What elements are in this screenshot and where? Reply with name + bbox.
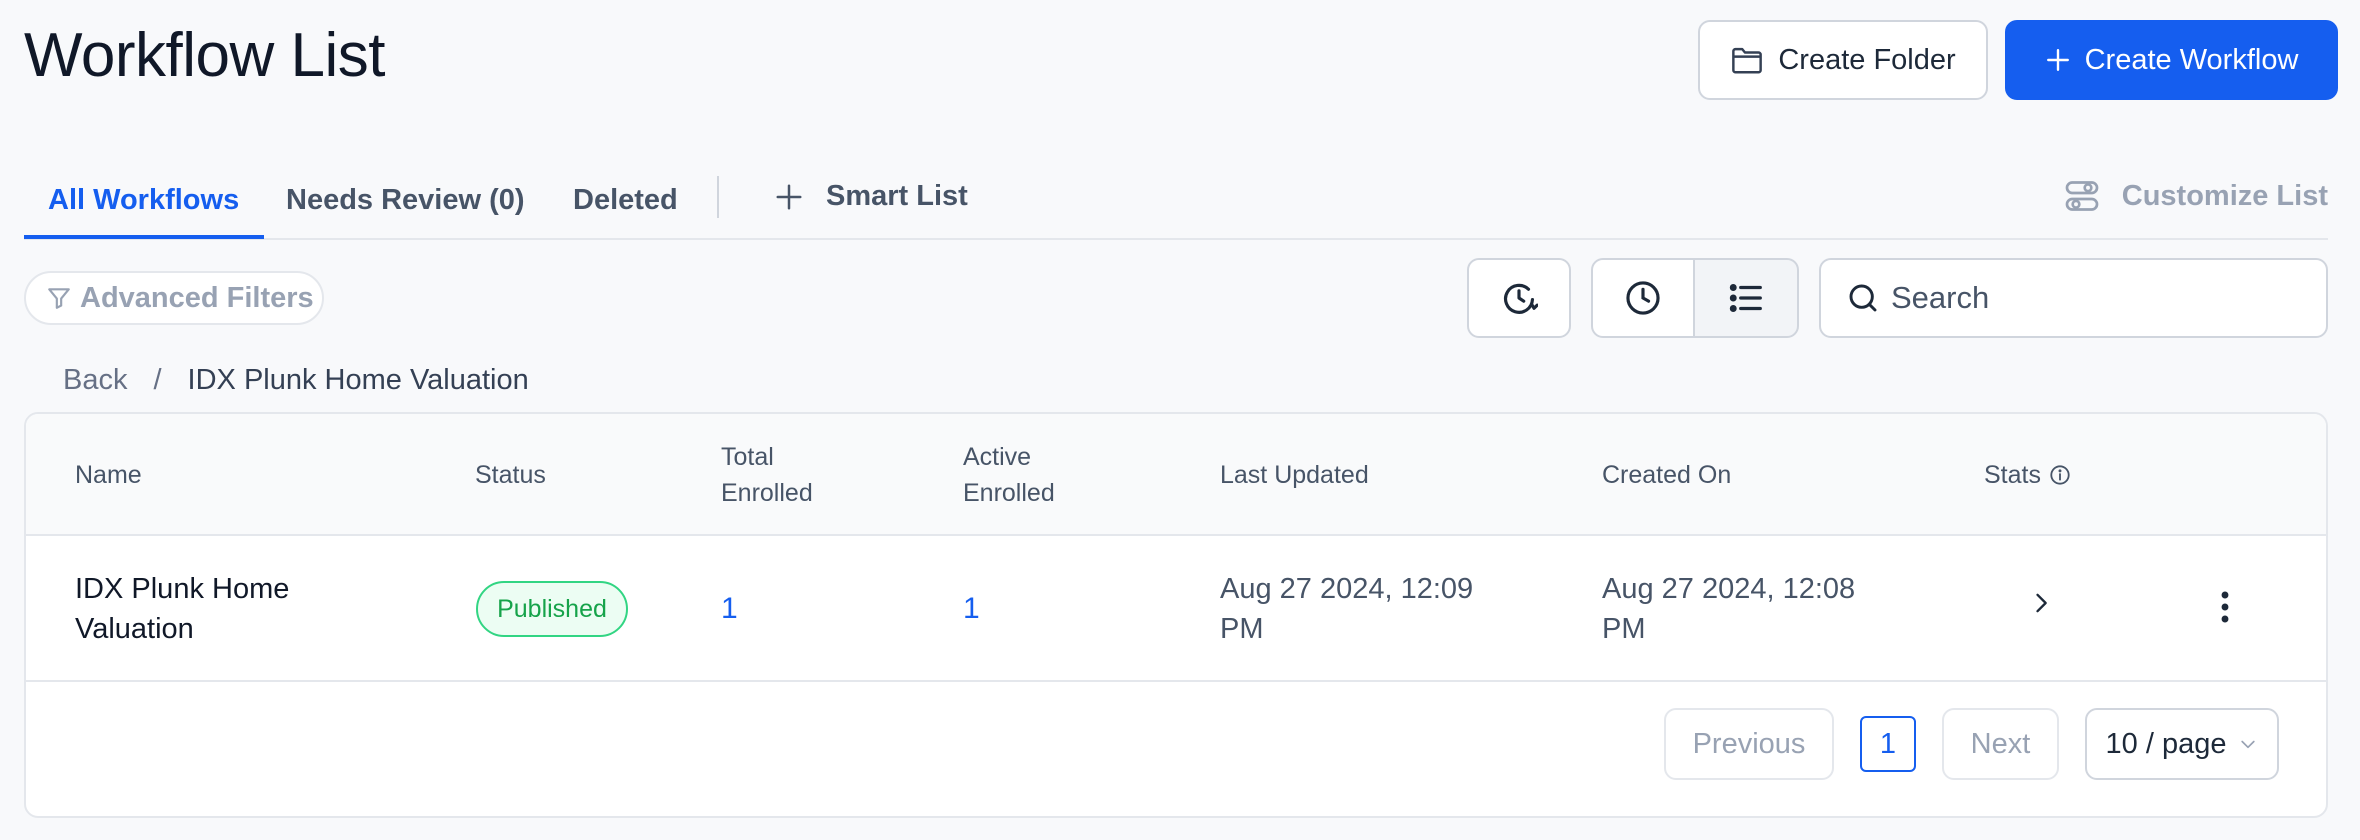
info-icon[interactable]	[2049, 464, 2071, 486]
column-header-status: Status	[475, 461, 546, 489]
toggle-settings-icon	[2064, 178, 2100, 214]
last-updated-value: Aug 27 2024, 12:09 PM	[1220, 573, 1474, 645]
column-header-stats: Stats	[1984, 457, 2071, 493]
history-refresh-button[interactable]	[1467, 258, 1571, 338]
tab-needs-review[interactable]: Needs Review (0)	[286, 172, 525, 240]
smart-list-label: Smart List	[826, 180, 968, 212]
workflow-table-card: Name Status Total Enrolled Active Enroll…	[24, 412, 2328, 818]
active-enrolled-value[interactable]: 1	[963, 589, 980, 629]
create-workflow-button[interactable]: Create Workflow	[2005, 20, 2338, 100]
total-enrolled-value[interactable]: 1	[721, 589, 738, 629]
create-folder-label: Create Folder	[1778, 43, 1956, 76]
smart-list-button[interactable]: Smart List	[774, 180, 968, 213]
breadcrumb: Back / IDX Plunk Home Valuation	[63, 364, 529, 397]
page-size-label: 10 / page	[2105, 727, 2227, 760]
stats-chevron-right-icon[interactable]	[2027, 589, 2055, 617]
column-header-total-enrolled: Total Enrolled	[721, 443, 813, 507]
table-header: Name Status Total Enrolled Active Enroll…	[26, 414, 2326, 536]
plus-icon	[774, 182, 804, 212]
search-box[interactable]	[1819, 258, 2328, 338]
tab-deleted[interactable]: Deleted	[573, 172, 678, 240]
status-badge: Published	[476, 581, 628, 637]
breadcrumb-back-link[interactable]: Back	[63, 364, 127, 397]
search-icon	[1847, 282, 1879, 314]
customize-list-button[interactable]: Customize List	[2064, 178, 2328, 214]
folder-icon	[1730, 45, 1764, 75]
create-folder-button[interactable]: Create Folder	[1698, 20, 1988, 100]
list-icon	[1728, 280, 1764, 316]
workflow-tabs: All Workflows Needs Review (0) Deleted S…	[24, 172, 2328, 240]
customize-list-label: Customize List	[2121, 179, 2328, 212]
clock-icon	[1624, 279, 1662, 317]
plus-icon	[2045, 47, 2071, 73]
column-header-created-on: Created On	[1602, 461, 1732, 489]
previous-page-button[interactable]: Previous	[1664, 708, 1834, 780]
filter-icon	[46, 285, 72, 311]
breadcrumb-current: IDX Plunk Home Valuation	[187, 364, 529, 396]
column-header-active-enrolled: Active Enrolled	[963, 443, 1055, 507]
page-number-button[interactable]: 1	[1860, 716, 1916, 772]
column-header-name: Name	[75, 461, 142, 489]
list-view-button[interactable]	[1693, 258, 1799, 338]
active-tab-indicator	[24, 235, 264, 239]
create-workflow-label: Create Workflow	[2084, 43, 2299, 76]
chevron-down-icon	[2238, 734, 2258, 754]
page-size-select[interactable]: 10 / page	[2085, 708, 2279, 780]
search-input[interactable]	[1891, 280, 2311, 316]
next-page-button[interactable]: Next	[1942, 708, 2059, 780]
page-title: Workflow List	[24, 21, 386, 90]
breadcrumb-separator: /	[153, 364, 162, 396]
created-on-value: Aug 27 2024, 12:08 PM	[1602, 573, 1856, 645]
column-header-last-updated: Last Updated	[1220, 461, 1369, 489]
more-options-icon[interactable]	[2211, 589, 2239, 625]
clock-refresh-icon	[1500, 279, 1538, 317]
workflow-name[interactable]: IDX Plunk Home Valuation	[75, 569, 335, 649]
advanced-filters-button[interactable]: Advanced Filters	[24, 271, 324, 325]
advanced-filters-label: Advanced Filters	[80, 281, 314, 314]
tab-divider	[717, 176, 719, 218]
tab-all-workflows[interactable]: All Workflows	[48, 172, 239, 240]
timeline-view-button[interactable]	[1591, 258, 1695, 338]
table-row[interactable]: IDX Plunk Home Valuation Published 1 1 A…	[26, 536, 2326, 682]
